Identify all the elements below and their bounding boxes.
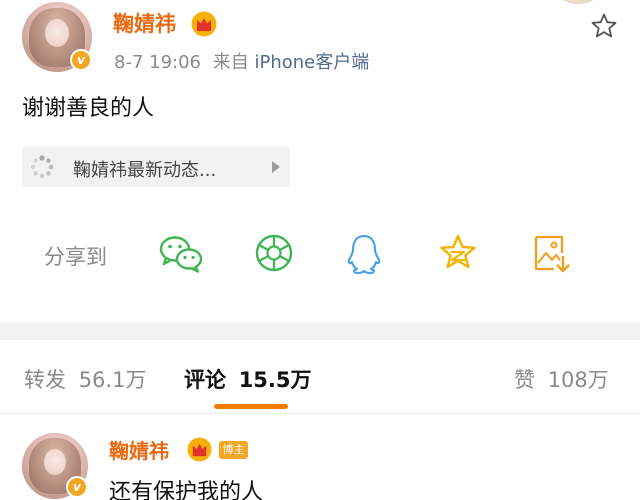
- tab-divider: [0, 413, 640, 414]
- tab-reposts[interactable]: 转发 56.1万: [24, 364, 146, 394]
- section-divider: [0, 322, 640, 340]
- tab-reposts-label: 转发: [24, 368, 66, 392]
- verified-badge-icon: [70, 49, 92, 71]
- comment-crown-icon: [187, 437, 212, 462]
- top-partial-shape: [560, 0, 596, 4]
- post-text: 谢谢善良的人: [22, 96, 155, 121]
- qzone-icon[interactable]: [438, 233, 478, 273]
- save-image-icon[interactable]: [532, 233, 572, 275]
- moments-icon[interactable]: [254, 233, 294, 273]
- comment-author-name[interactable]: 鞠婧祎: [109, 435, 169, 464]
- tab-reposts-count: 56.1万: [78, 368, 147, 392]
- share-label: 分享到: [44, 245, 107, 269]
- source-client-link[interactable]: iPhone客户端: [254, 52, 369, 73]
- arrow-right-icon: [272, 161, 280, 173]
- comment-verified-badge-icon: [66, 476, 88, 498]
- author-name[interactable]: 鞠婧祎: [113, 8, 176, 38]
- loading-spinner-icon: [30, 155, 54, 179]
- comment-text: 还有保护我的人: [109, 480, 264, 500]
- source-prefix: 来自: [212, 52, 249, 73]
- qq-icon[interactable]: [345, 233, 383, 277]
- post-timestamp: 8-7 19:06: [114, 52, 201, 73]
- topic-card[interactable]: 鞠婧祎最新动态...: [22, 146, 290, 187]
- tab-comments[interactable]: 评论 15.5万: [184, 364, 312, 394]
- crown-icon: [191, 11, 217, 37]
- topic-card-label: 鞠婧祎最新动态...: [73, 160, 217, 181]
- author-badge: 博主: [219, 441, 248, 459]
- post-meta: 8-7 19:06 来自 iPhone客户端: [114, 48, 369, 74]
- tab-comments-count: 15.5万: [238, 368, 312, 392]
- tab-comments-label: 评论: [184, 368, 226, 392]
- favorite-star-icon[interactable]: [590, 12, 618, 40]
- tab-likes[interactable]: 赞 108万: [514, 364, 609, 394]
- wechat-icon[interactable]: [158, 233, 204, 275]
- tab-likes-count: 108万: [547, 368, 609, 392]
- active-tab-indicator: [214, 404, 288, 409]
- tab-likes-label: 赞: [514, 368, 535, 392]
